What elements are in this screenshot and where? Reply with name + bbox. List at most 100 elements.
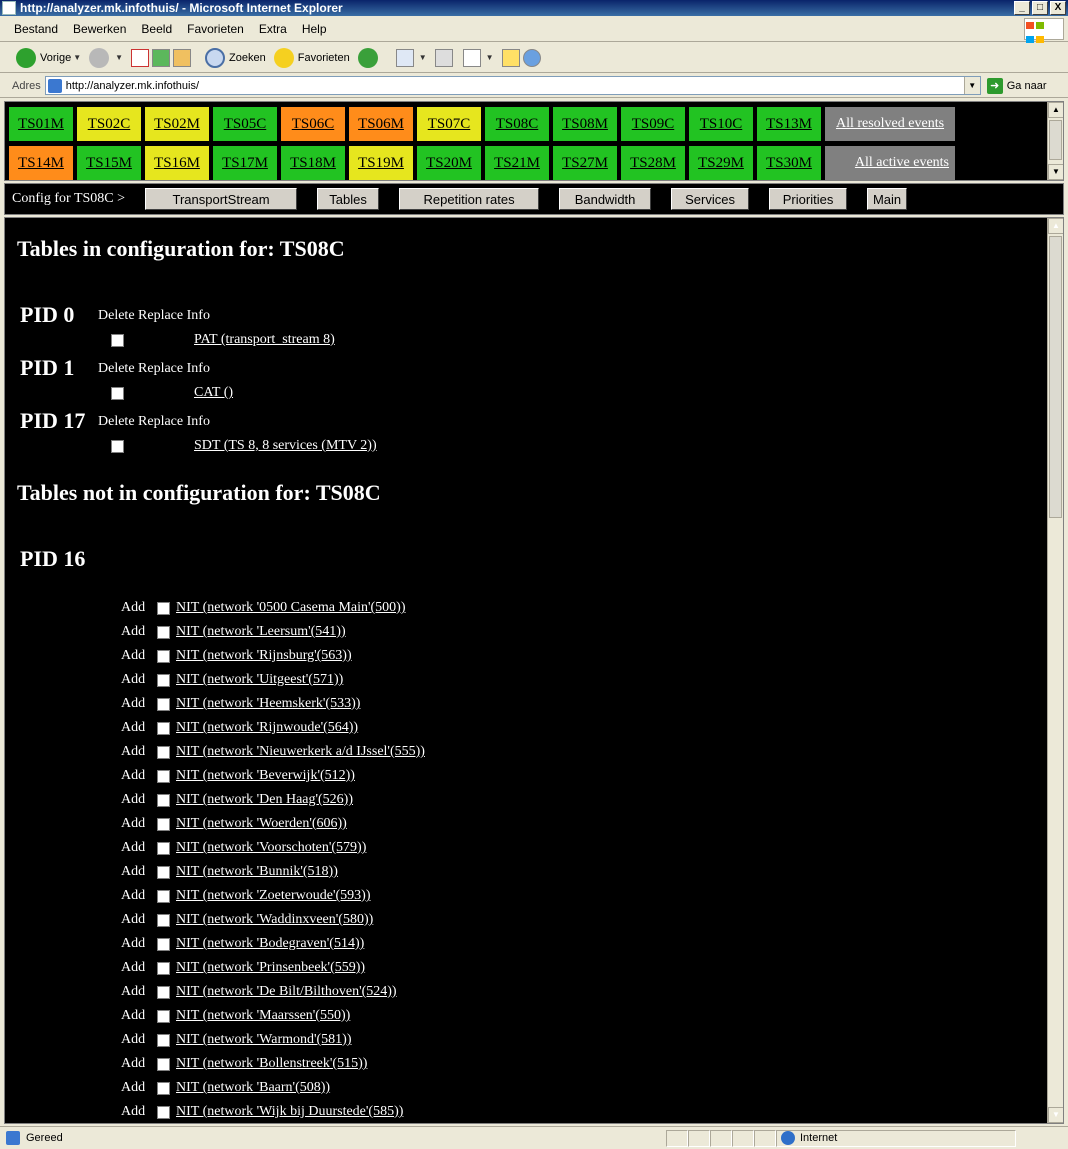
- add-checkbox[interactable]: [157, 1105, 170, 1119]
- services-button[interactable]: Services: [671, 188, 750, 210]
- nit-table-link[interactable]: NIT (network 'Heemskerk'(533)): [176, 696, 360, 712]
- ts-link[interactable]: TS15M: [77, 146, 141, 180]
- ts-link[interactable]: TS18M: [281, 146, 345, 180]
- add-checkbox[interactable]: [157, 601, 170, 615]
- nit-table-link[interactable]: NIT (network 'Den Haag'(526)): [176, 792, 353, 808]
- transportstream-button[interactable]: TransportStream: [145, 188, 298, 210]
- nit-table-link[interactable]: NIT (network 'Bunnik'(518)): [176, 864, 338, 880]
- go-button[interactable]: ➜ Ga naar: [986, 77, 1047, 94]
- nit-table-link[interactable]: NIT (network 'Nieuwerkerk a/d IJssel'(55…: [176, 744, 425, 760]
- ts-link[interactable]: TS08M: [553, 107, 617, 141]
- delete-checkbox[interactable]: [111, 333, 124, 347]
- ts-link[interactable]: TS19M: [349, 146, 413, 180]
- stop-icon[interactable]: [131, 48, 150, 67]
- mail-icon[interactable]: [395, 48, 414, 67]
- add-checkbox[interactable]: [157, 937, 170, 951]
- nit-table-link[interactable]: NIT (network 'Leersum'(541)): [176, 624, 346, 640]
- edit-icon[interactable]: [462, 48, 481, 67]
- back-dropdown-icon[interactable]: ▼: [73, 53, 81, 62]
- menu-beeld[interactable]: Beeld: [141, 22, 172, 36]
- ts-link[interactable]: TS06M: [349, 107, 413, 141]
- nit-table-link[interactable]: NIT (network 'Rijnwoude'(564)): [176, 720, 358, 736]
- table-link[interactable]: PAT (transport_stream 8): [194, 332, 335, 348]
- add-checkbox[interactable]: [157, 649, 170, 663]
- table-link[interactable]: CAT (): [194, 385, 233, 401]
- mail-dropdown-icon[interactable]: ▼: [419, 53, 427, 62]
- home-icon[interactable]: [173, 48, 192, 67]
- back-button[interactable]: Vorige ▼: [16, 47, 81, 68]
- nit-table-link[interactable]: NIT (network 'Rijnsburg'(563)): [176, 648, 352, 664]
- nit-table-link[interactable]: NIT (network 'Wijk bij Duurstede'(585)): [176, 1104, 403, 1120]
- nit-table-link[interactable]: NIT (network 'Woerden'(606)): [176, 816, 347, 832]
- ts-link[interactable]: TS01M: [9, 107, 73, 141]
- add-checkbox[interactable]: [157, 625, 170, 639]
- ts-link[interactable]: TS21M: [485, 146, 549, 180]
- notes-icon[interactable]: [501, 48, 520, 67]
- ts-link[interactable]: TS27M: [553, 146, 617, 180]
- add-checkbox[interactable]: [157, 673, 170, 687]
- ts-link[interactable]: TS17M: [213, 146, 277, 180]
- minimize-button[interactable]: _: [1014, 1, 1030, 15]
- nit-table-link[interactable]: NIT (network 'Maarssen'(550)): [176, 1008, 350, 1024]
- nit-table-link[interactable]: NIT (network 'Zoeterwoude'(593)): [176, 888, 371, 904]
- add-checkbox[interactable]: [157, 1009, 170, 1023]
- menu-help[interactable]: Help: [302, 22, 327, 36]
- address-url[interactable]: http://analyzer.mk.infothuis/: [66, 80, 199, 92]
- search-button[interactable]: Zoeken: [205, 47, 266, 68]
- messenger-icon[interactable]: [522, 48, 541, 67]
- add-checkbox[interactable]: [157, 1081, 170, 1095]
- add-checkbox[interactable]: [157, 817, 170, 831]
- ts-link[interactable]: TS14M: [9, 146, 73, 180]
- nit-table-link[interactable]: NIT (network '0500 Casema Main'(500)): [176, 600, 406, 616]
- add-checkbox[interactable]: [157, 697, 170, 711]
- delete-checkbox[interactable]: [111, 439, 124, 453]
- add-checkbox[interactable]: [157, 1057, 170, 1071]
- nit-table-link[interactable]: NIT (network 'Warmond'(581)): [176, 1032, 352, 1048]
- nit-table-link[interactable]: NIT (network 'Prinsenbeek'(559)): [176, 960, 365, 976]
- delete-checkbox[interactable]: [111, 386, 124, 400]
- nit-table-link[interactable]: NIT (network 'Baarn'(508)): [176, 1080, 330, 1096]
- add-checkbox[interactable]: [157, 865, 170, 879]
- ts-link[interactable]: TS10C: [689, 107, 753, 141]
- ts-link[interactable]: TS05C: [213, 107, 277, 141]
- ts-link[interactable]: TS16M: [145, 146, 209, 180]
- main-button[interactable]: Main: [867, 188, 908, 210]
- menu-extra[interactable]: Extra: [259, 22, 287, 36]
- top-frame-scrollbar[interactable]: ▲ ▼: [1047, 102, 1063, 180]
- ts-link[interactable]: TS28M: [621, 146, 685, 180]
- forward-button[interactable]: ▼: [89, 47, 123, 68]
- ts-link[interactable]: TS13M: [757, 107, 821, 141]
- menu-bewerken[interactable]: Bewerken: [73, 22, 126, 36]
- ts-link[interactable]: TS08C: [485, 107, 549, 141]
- add-checkbox[interactable]: [157, 721, 170, 735]
- edit-dropdown-icon[interactable]: ▼: [486, 53, 494, 62]
- scroll-down-icon[interactable]: ▼: [1048, 1107, 1063, 1123]
- add-checkbox[interactable]: [157, 745, 170, 759]
- nit-table-link[interactable]: NIT (network 'Bollenstreek'(515)): [176, 1056, 367, 1072]
- tables-button[interactable]: Tables: [317, 188, 380, 210]
- add-checkbox[interactable]: [157, 769, 170, 783]
- ts-link[interactable]: TS02C: [77, 107, 141, 141]
- ts-link[interactable]: TS29M: [689, 146, 753, 180]
- ts-link[interactable]: TS02M: [145, 107, 209, 141]
- add-checkbox[interactable]: [157, 985, 170, 999]
- add-checkbox[interactable]: [157, 1033, 170, 1047]
- ts-link[interactable]: TS09C: [621, 107, 685, 141]
- favorites-button[interactable]: Favorieten: [273, 47, 350, 68]
- ts-link[interactable]: TS06C: [281, 107, 345, 141]
- all-active-events-link[interactable]: All active events: [825, 146, 955, 180]
- add-checkbox[interactable]: [157, 961, 170, 975]
- nit-table-link[interactable]: NIT (network 'Uitgeest'(571)): [176, 672, 343, 688]
- close-button[interactable]: X: [1050, 1, 1066, 15]
- maximize-button[interactable]: □: [1032, 1, 1048, 15]
- scroll-thumb[interactable]: [1049, 120, 1062, 160]
- main-frame-scrollbar[interactable]: ▲ ▼: [1047, 218, 1063, 1123]
- address-dropdown-icon[interactable]: ▼: [963, 77, 980, 94]
- add-checkbox[interactable]: [157, 841, 170, 855]
- menu-bestand[interactable]: Bestand: [14, 22, 58, 36]
- add-checkbox[interactable]: [157, 889, 170, 903]
- nit-table-link[interactable]: NIT (network 'Bodegraven'(514)): [176, 936, 364, 952]
- ts-link[interactable]: TS30M: [757, 146, 821, 180]
- refresh-icon[interactable]: [152, 48, 171, 67]
- ts-link[interactable]: TS20M: [417, 146, 481, 180]
